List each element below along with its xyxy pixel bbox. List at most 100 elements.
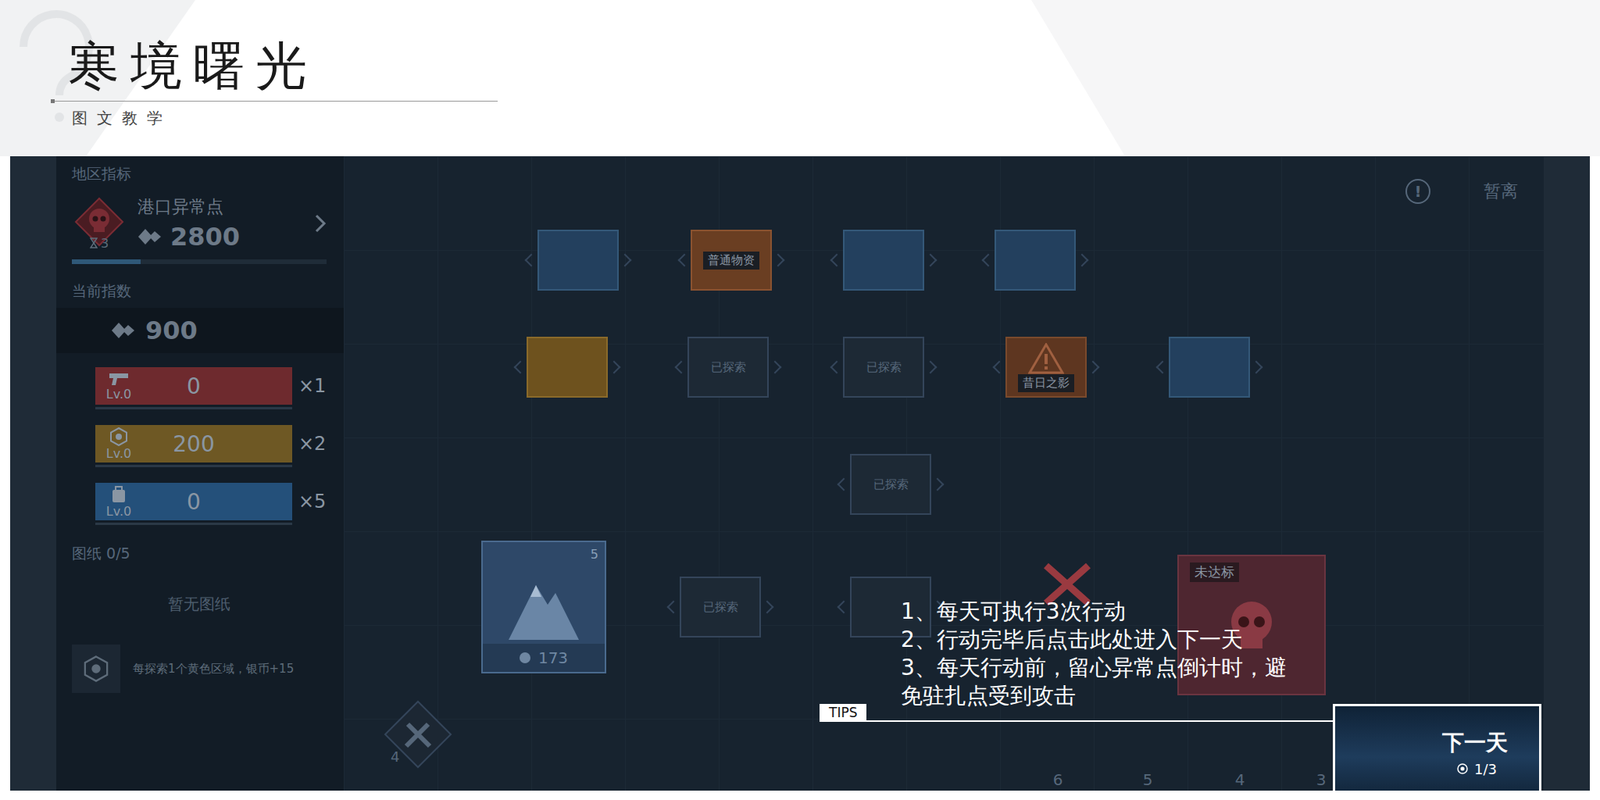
base-strip: 173: [482, 643, 605, 672]
slide-subtitle: 图文教学: [71, 107, 1600, 129]
tile-label: 已探索: [706, 358, 751, 377]
map-tile[interactable]: [842, 229, 925, 291]
action-icon: [1457, 763, 1468, 775]
resource-badge: Lv.0: [95, 485, 143, 519]
region-level: 3: [89, 235, 109, 251]
map-tile[interactable]: 已探索: [687, 336, 769, 398]
axis-label: 5: [1142, 770, 1154, 790]
next-day-label: 下一天: [1442, 728, 1508, 758]
region-progress: [71, 259, 327, 265]
tile-label: 普通物资: [703, 251, 760, 270]
action-counter: 1/3: [1457, 760, 1508, 778]
map-tile[interactable]: [526, 336, 608, 398]
resource-value: 0: [142, 489, 293, 515]
alert-button[interactable]: !: [1405, 178, 1431, 204]
tile-chevron: [618, 253, 633, 268]
build-tool[interactable]: 4: [382, 699, 454, 770]
tile-chevron: [931, 478, 945, 492]
region-score: 2800: [137, 221, 304, 252]
map-tile[interactable]: 已探索: [842, 336, 925, 398]
mountain-icon: [500, 573, 587, 644]
title-rule: [50, 100, 498, 102]
tile-chevron: [760, 600, 775, 615]
index-icon: [110, 321, 138, 340]
resource-level: Lv.0: [106, 503, 132, 519]
resource-badge: Lv.0: [95, 427, 143, 461]
resource-value: 0: [142, 373, 293, 400]
blueprint-hint: 每探索1个黄色区域，银币+15: [71, 644, 327, 693]
map-tile[interactable]: 普通物资: [690, 229, 772, 291]
resource-count: ×5: [298, 490, 326, 513]
index-row: 900: [56, 307, 344, 354]
tile-chevron: [837, 600, 851, 615]
region-name: 港口异常点: [137, 195, 304, 219]
tutorial-slide: 寒境曙光图文教学地区指标3港口异常点2800当前指数900Lv.00×1Lv.0…: [0, 0, 1600, 800]
tile-chevron: [675, 360, 689, 375]
region-row[interactable]: 3 港口异常点2800: [71, 187, 327, 255]
tile-label: 昔日之影: [1017, 374, 1075, 393]
resource-count: ×2: [298, 432, 326, 455]
region-info: 港口异常点2800: [137, 195, 304, 252]
tile-label: 已探索: [868, 475, 914, 494]
resource-bar: Lv.0 0: [95, 482, 293, 521]
axis-label: 3: [1316, 770, 1327, 790]
tip-line: 2、行动完毕后点击此处进入下一天: [900, 625, 1308, 654]
map-tile[interactable]: 已探索: [850, 453, 932, 515]
tool-count: 4: [390, 748, 400, 765]
blueprint-empty: 暂无图纸: [71, 567, 327, 645]
tile-chevron: [924, 360, 938, 375]
side-panel: 地区指标3港口异常点2800当前指数900Lv.00×1Lv.0200×2Lv.…: [56, 156, 344, 791]
chevron-right-icon[interactable]: [314, 213, 327, 234]
region-label: 地区指标: [71, 160, 327, 188]
blueprint-label: 图纸 0/5: [71, 540, 327, 568]
map-tile[interactable]: [537, 229, 619, 291]
map-tile[interactable]: 已探索: [679, 576, 761, 638]
map-tile[interactable]: 昔日之影: [1005, 336, 1087, 398]
tile-chevron: [678, 253, 692, 268]
screen-edge: [1543, 156, 1590, 791]
resource-row: Lv.00×1: [95, 367, 327, 405]
resource-row: Lv.0 0×5: [95, 482, 327, 521]
next-day-button[interactable]: 下一天 1/3: [1332, 703, 1542, 791]
map-tile[interactable]: [994, 229, 1076, 291]
coin-icon: [82, 655, 110, 683]
screen-edge: [10, 156, 57, 791]
tile-chevron: [992, 360, 1007, 375]
resource-level: Lv.0: [106, 386, 132, 402]
resource-underline: [95, 522, 293, 525]
tile-chevron: [982, 253, 996, 268]
resource-badge: Lv.0: [95, 371, 143, 402]
tile-label: 已探索: [861, 358, 907, 377]
tips-label: TIPS: [819, 703, 867, 722]
tile-chevron: [830, 360, 844, 375]
hint-badge: [71, 644, 121, 693]
tile-chevron: [924, 253, 938, 268]
hint-text: 每探索1个黄色区域，银币+15: [132, 660, 294, 679]
resource-value: 200: [142, 431, 293, 458]
resource-list: Lv.00×1Lv.0200×2Lv.00×5: [71, 367, 327, 521]
map-layer: !暂离普通物资已探索已探索昔日之影已探索已探索5173未达标46543: [10, 156, 1590, 791]
tile-chevron: [1086, 360, 1100, 375]
wrench-icon: [382, 699, 454, 770]
tile-chevron: [1075, 253, 1090, 268]
region-progress-fill: [71, 259, 141, 265]
base-tile[interactable]: 5 173: [481, 540, 607, 674]
tile-chevron: [607, 360, 622, 375]
index-label: 当前指数: [71, 278, 327, 305]
base-badge: 5: [590, 546, 599, 562]
index-icon: [137, 228, 165, 246]
tile-chevron: [1156, 360, 1170, 375]
leave-button[interactable]: 暂离: [1474, 175, 1528, 208]
resource-row: Lv.0200×2: [95, 425, 327, 463]
tile-chevron: [830, 253, 844, 268]
map-tile[interactable]: [1168, 336, 1250, 398]
tips-rule: [866, 720, 1333, 722]
slide-title: 寒境曙光: [50, 39, 1600, 93]
resource-underline: [95, 464, 293, 468]
region-badge: 3: [71, 196, 127, 251]
tips-row: TIPS: [819, 703, 1333, 722]
resource-bar: Lv.0 0: [95, 367, 293, 405]
tips-text: 1、每天可执行3次行动2、行动完毕后点击此处进入下一天3、每天行动前，留心异常点…: [900, 597, 1308, 711]
tile-chevron: [514, 360, 528, 375]
axis-label: 6: [1053, 770, 1064, 790]
